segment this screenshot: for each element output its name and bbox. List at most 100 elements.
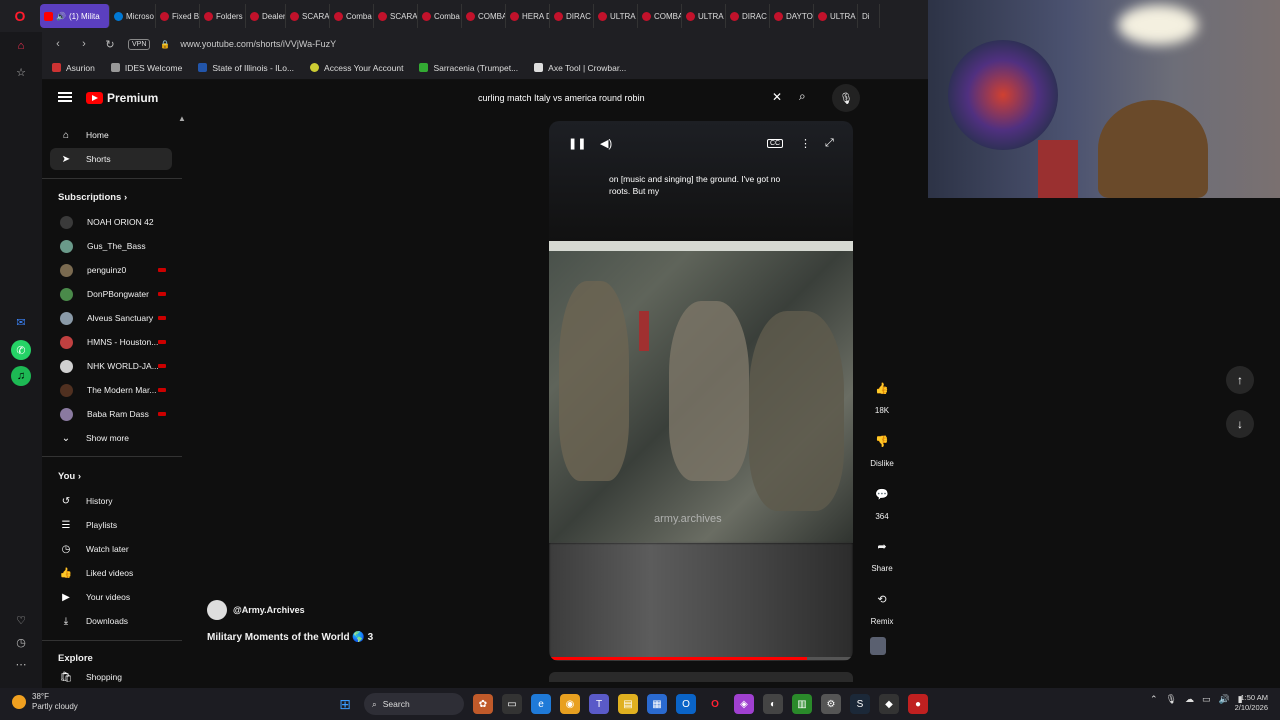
spotify-icon[interactable]: ♫	[11, 366, 31, 386]
search-input[interactable]: curling match Italy vs america round rob…	[470, 86, 795, 110]
tab[interactable]: Microso	[110, 4, 156, 28]
subscription-item[interactable]: HMNS - Houston...	[50, 331, 172, 353]
tab[interactable]: Dealer	[246, 4, 286, 28]
chrome-icon[interactable]: ◉	[560, 694, 580, 714]
channel-info[interactable]: @Army.Archives	[207, 600, 305, 620]
tab[interactable]: ULTRA	[594, 4, 638, 28]
subscription-item[interactable]: NHK WORLD-JA...	[50, 355, 172, 377]
subscription-item[interactable]: Alveus Sanctuary	[50, 307, 172, 329]
hamburger-menu-icon[interactable]	[58, 92, 72, 102]
tab[interactable]: Comba	[330, 4, 374, 28]
reload-icon[interactable]: ↻	[102, 38, 118, 51]
sidebar-item-shorts[interactable]: ➤ Shorts	[50, 148, 172, 170]
tab[interactable]: SCARA	[374, 4, 418, 28]
bookmark-item[interactable]: Access Your Account	[310, 63, 403, 73]
star-icon[interactable]: ☆	[11, 62, 31, 82]
fullscreen-icon[interactable]: ⤢	[825, 137, 834, 150]
tab[interactable]: DIRAC	[550, 4, 594, 28]
tab[interactable]: Di	[858, 4, 880, 28]
sidebar-item-playlists[interactable]: ☰ Playlists	[50, 514, 172, 536]
volume-icon[interactable]: ◀)	[600, 137, 612, 150]
file-explorer-icon[interactable]: ▤	[618, 694, 638, 714]
opera-logo-icon[interactable]: O	[0, 0, 40, 32]
subscription-item[interactable]: Gus_The_Bass	[50, 235, 172, 257]
sidebar-item-shopping[interactable]: 🛍 Shopping	[50, 670, 172, 684]
url-field[interactable]: www.youtube.com/shorts/iVVjWa-FuzY	[180, 39, 336, 49]
bookmark-item[interactable]: IDES Welcome	[110, 63, 182, 73]
progress-bar[interactable]	[549, 657, 853, 660]
cloud-icon[interactable]: ☁	[1185, 694, 1194, 705]
opera-icon[interactable]: O	[705, 694, 725, 714]
tab[interactable]: DAYTO	[770, 4, 814, 28]
clock[interactable]: 1:50 AM 2/10/2026	[1228, 693, 1268, 713]
previous-short-button[interactable]: ↑	[1226, 366, 1254, 394]
app-icon[interactable]: ●	[908, 694, 928, 714]
share-button[interactable]: ➦ Share	[860, 534, 904, 574]
tab[interactable]: ULTRA	[682, 4, 726, 28]
history-icon[interactable]: ◷	[11, 632, 31, 652]
tab[interactable]: Fixed B	[156, 4, 200, 28]
captions-icon[interactable]: CC	[767, 139, 784, 148]
subscription-item[interactable]: penguinz0	[50, 259, 172, 281]
sound-thumbnail[interactable]	[870, 637, 886, 655]
youtube-logo[interactable]: Premium	[86, 91, 158, 105]
tab[interactable]: ULTRA	[814, 4, 858, 28]
outlook-icon[interactable]: O	[676, 694, 696, 714]
chevron-up-icon[interactable]: ⌃	[1150, 694, 1158, 705]
more-options-icon[interactable]: ⋮	[800, 137, 811, 150]
show-more-button[interactable]: ⌄ Show more	[50, 427, 172, 449]
home-icon[interactable]: ⌂	[11, 36, 31, 56]
subscription-item[interactable]: Baba Ram Dass	[50, 403, 172, 425]
app-icon[interactable]: ◐	[763, 694, 783, 714]
short-title[interactable]: Military Moments of the World 🌎 3	[207, 632, 373, 643]
sidebar-item-history[interactable]: ↺ History	[50, 490, 172, 512]
you-heading[interactable]: You ›	[58, 471, 81, 482]
like-button[interactable]: 👍 18K	[860, 376, 904, 416]
taskbar-search[interactable]: ⌕ Search	[364, 693, 464, 715]
sidebar-item-liked-videos[interactable]: 👍 Liked videos	[50, 562, 172, 584]
mic-icon[interactable]: 🎙	[832, 84, 860, 112]
opera-gx-icon[interactable]: ◈	[734, 694, 754, 714]
subscription-item[interactable]: NOAH ORION 42	[50, 211, 172, 233]
tab[interactable]: HERA D	[506, 4, 550, 28]
teams-icon[interactable]: T	[589, 694, 609, 714]
forward-icon[interactable]: ›	[76, 38, 92, 50]
bookmark-item[interactable]: Asurion	[52, 63, 95, 73]
search-icon[interactable]: ⌕	[799, 89, 817, 107]
edge-icon[interactable]: e	[531, 694, 551, 714]
tab[interactable]: SCARA	[286, 4, 330, 28]
steam-icon[interactable]: S	[850, 694, 870, 714]
back-icon[interactable]: ‹	[50, 38, 66, 50]
shorts-player[interactable]: on [music and singing] the ground. I've …	[549, 121, 853, 661]
subscriptions-heading[interactable]: Subscriptions ›	[58, 192, 127, 203]
whatsapp-icon[interactable]: ✆	[11, 340, 31, 360]
weather-widget[interactable]: 38°F Partly cloudy	[12, 692, 78, 712]
more-icon[interactable]: ⋯	[11, 654, 31, 674]
display-icon[interactable]: ▭	[1202, 694, 1211, 705]
tab[interactable]: COMBA	[462, 4, 506, 28]
pause-icon[interactable]: ❚❚	[568, 137, 586, 150]
heart-icon[interactable]: ♡	[11, 610, 31, 630]
app-icon[interactable]: ◆	[879, 694, 899, 714]
store-icon[interactable]: ▦	[647, 694, 667, 714]
tab[interactable]: DIRAC	[726, 4, 770, 28]
tab[interactable]: COMBA	[638, 4, 682, 28]
scroll-up-icon[interactable]: ▲	[178, 114, 186, 123]
task-view-icon[interactable]: ▭	[502, 694, 522, 714]
mic-icon[interactable]: 🎙	[1166, 694, 1177, 705]
spreadsheet-icon[interactable]: ▥	[792, 694, 812, 714]
next-short-button[interactable]: ↓	[1226, 410, 1254, 438]
tab[interactable]: Folders	[200, 4, 246, 28]
subscription-item[interactable]: DonPBongwater	[50, 283, 172, 305]
bookmark-item[interactable]: Axe Tool | Crowbar...	[534, 63, 626, 73]
settings-icon[interactable]: ⚙	[821, 694, 841, 714]
dislike-button[interactable]: 👎 Dislike	[860, 429, 904, 469]
sidebar-item-your-videos[interactable]: ▶ Your videos	[50, 586, 172, 608]
sidebar-item-home[interactable]: ⌂ Home	[50, 124, 172, 146]
sidebar-item-watch-later[interactable]: ◷ Watch later	[50, 538, 172, 560]
vpn-badge[interactable]: VPN	[128, 38, 151, 50]
tab[interactable]: Comba	[418, 4, 462, 28]
subscription-item[interactable]: The Modern Mar...	[50, 379, 172, 401]
clear-search-icon[interactable]: ✕	[772, 90, 782, 104]
comments-button[interactable]: 💬 364	[860, 482, 904, 522]
